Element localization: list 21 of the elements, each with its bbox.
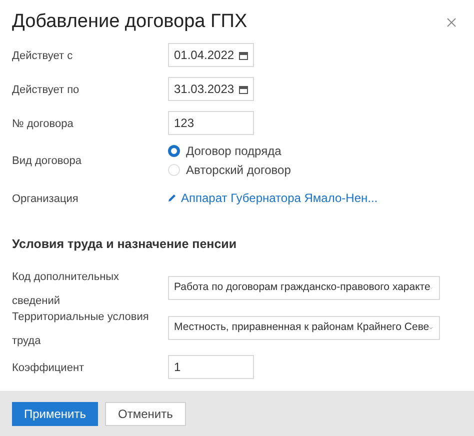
date-field[interactable]: 31.03.2023 (168, 77, 254, 101)
cancel-button[interactable]: Отменить (105, 402, 186, 426)
text-field[interactable]: 123 (168, 111, 254, 135)
text-field[interactable]: 1 (168, 355, 254, 379)
field-label: Коэффициент (12, 362, 84, 374)
dropdown-field[interactable]: Местность, приравненная к районам Крайнего Севе (168, 316, 440, 340)
radio-label[interactable]: Авторский договор (186, 160, 291, 178)
dropdown-field[interactable]: Работа по договорам гражданско-правового характе (168, 276, 440, 300)
dialog-title: Добавление договора ГПХ (12, 10, 248, 34)
field-label: Организация (12, 193, 78, 205)
organization-link[interactable]: Аппарат Губернатора Ямало-Нен... (181, 189, 378, 207)
field-label: Действует по (12, 84, 80, 96)
field-label: Территориальные условия труда (12, 311, 149, 347)
field-label: Действует с (12, 50, 73, 62)
apply-button[interactable]: Применить (12, 402, 98, 426)
field-label: № договора (12, 118, 74, 130)
field-label: Вид договора (12, 155, 82, 167)
field-label: Код дополнительных сведений (12, 271, 120, 307)
radio-label[interactable]: Договор подряда (186, 142, 282, 160)
section-title: Условия труда и назначение пенсии (12, 237, 237, 251)
date-field[interactable]: 01.04.2022 (168, 43, 254, 67)
